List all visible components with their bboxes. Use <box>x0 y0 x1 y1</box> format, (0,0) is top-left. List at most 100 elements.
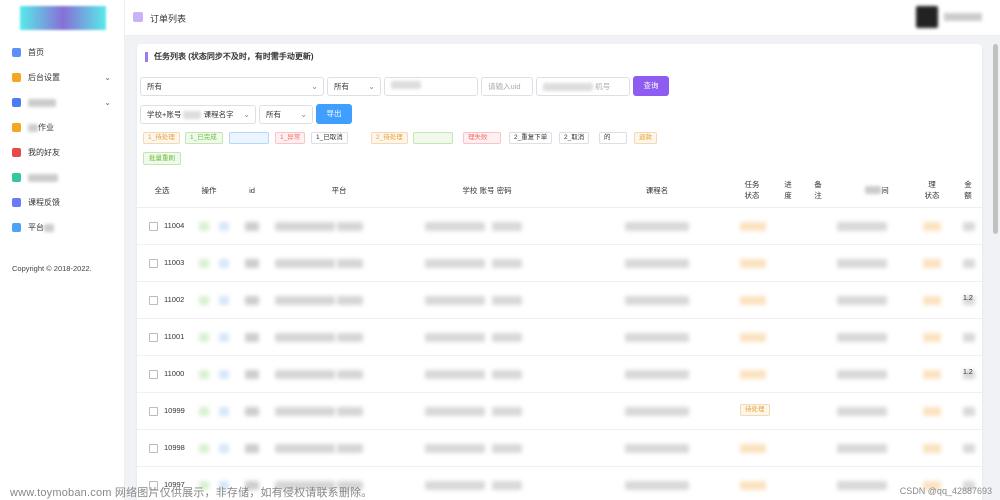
sidebar-item[interactable]: 首页 <box>0 40 125 65</box>
cell-blur <box>337 296 363 305</box>
cell-blur <box>492 481 522 490</box>
task-card: 任务列表 (状态同步不及时，有时需手动更新) 所有 ⌄ 所有 ⌄ 请输入uid … <box>137 44 982 500</box>
topbar: 订单列表 <box>125 0 1000 36</box>
th-task-status: 任务 状态 <box>744 180 760 200</box>
uid-input[interactable]: 请输入uid <box>481 77 533 96</box>
cell-blur <box>625 407 689 416</box>
cell-blur <box>337 407 363 416</box>
status-filter-tag[interactable]: 1_已完成 <box>185 132 223 144</box>
status-filter-tag[interactable]: 2_取消 <box>559 132 590 144</box>
table-row: 11001 <box>137 319 982 356</box>
cell-blur <box>337 222 363 231</box>
sidebar-item[interactable]: 作业 <box>0 115 125 140</box>
cell-blur <box>837 333 887 342</box>
cell-blur <box>245 370 259 379</box>
sidebar-item-label: 我的好友 <box>28 148 60 157</box>
cell-blur <box>740 444 766 453</box>
status-filter-tag[interactable]: 2_重复下单 <box>509 132 553 144</box>
status-filter-tag[interactable] <box>413 132 453 144</box>
status-filter-tag[interactable]: 1_已取消 <box>311 132 348 144</box>
cell-blur <box>740 370 766 379</box>
type-select[interactable]: 所有 ⌄ <box>327 77 381 96</box>
row-checkbox[interactable] <box>149 333 158 342</box>
filter-select[interactable]: 所有 ⌄ <box>259 105 313 124</box>
cell-blur <box>199 222 209 231</box>
cell-blur <box>337 370 363 379</box>
avatar[interactable] <box>916 6 938 28</box>
th-time: 间 <box>857 172 897 208</box>
sidebar-item[interactable]: ⌄ <box>0 90 125 115</box>
status-filter-tag[interactable]: 的 <box>599 132 627 144</box>
cell-blur <box>219 333 229 342</box>
sidebar-item[interactable]: 后台设置 ⌄ <box>0 65 125 90</box>
row-checkbox[interactable] <box>149 259 158 268</box>
status-filter-tag[interactable]: 1_异常 <box>275 132 306 144</box>
th-ops: 操作 <box>201 185 217 195</box>
cell-blur <box>492 333 522 342</box>
status-filter-tag[interactable]: 理失败 <box>463 132 501 144</box>
row-checkbox[interactable] <box>149 222 158 231</box>
cell-blur <box>245 296 259 305</box>
phone-input[interactable]: 机号 <box>536 77 630 96</box>
sidebar-item[interactable]: 我的好友 <box>0 140 125 165</box>
cell-blur <box>275 407 335 416</box>
search-field-select[interactable]: 学校+账号 课程名字 ⌄ <box>140 105 256 124</box>
th-uid: id <box>249 185 255 195</box>
cell-blur <box>219 259 229 268</box>
chevron-down-icon: ⌄ <box>300 110 307 119</box>
chevron-down-icon: ⌄ <box>311 82 318 91</box>
row-checkbox[interactable] <box>149 444 158 453</box>
cell-blur <box>219 222 229 231</box>
sidebar-item[interactable]: 平台 <box>0 215 125 240</box>
order-id: 10999 <box>164 406 185 415</box>
chevron-down-icon: ⌄ <box>104 73 111 82</box>
cell-blur <box>740 222 766 231</box>
menu-icon <box>12 123 21 132</box>
vertical-scrollbar[interactable] <box>993 44 998 234</box>
sidebar-item[interactable]: 课程反馈 <box>0 190 125 215</box>
cell-blur <box>963 444 975 453</box>
copyright: Copyright © 2018-2022. <box>12 264 92 273</box>
cell-blur <box>492 222 522 231</box>
username[interactable] <box>944 13 982 21</box>
keyword-input[interactable] <box>384 77 478 96</box>
order-id: 10998 <box>164 443 185 452</box>
amount-value: 1.2 <box>963 369 973 376</box>
cell-blur <box>837 370 887 379</box>
status-select[interactable]: 所有 ⌄ <box>140 77 324 96</box>
cell-blur <box>923 259 941 268</box>
status-filter-tag[interactable] <box>229 132 269 144</box>
cell-blur <box>245 407 259 416</box>
chevron-down-icon: ⌄ <box>368 82 375 91</box>
export-button[interactable]: 导出 <box>316 104 352 124</box>
cell-blur <box>625 444 689 453</box>
query-button[interactable]: 查询 <box>633 76 669 96</box>
th-time-blur <box>865 186 882 194</box>
phone-placeholder-blur <box>543 83 593 92</box>
cell-blur <box>837 296 887 305</box>
th-time-label: 间 <box>881 185 889 195</box>
status-filter-tag[interactable]: 2_待处理 <box>371 132 408 144</box>
menu-icon <box>12 148 21 157</box>
cell-blur <box>425 444 485 453</box>
sidebar-item[interactable] <box>0 165 125 190</box>
row-checkbox[interactable] <box>149 407 158 416</box>
table-header: 全选 操作 id 平台 学校 账号 密码 课程名 任务 状态 进 度 备 注 间… <box>137 172 982 208</box>
cell-blur <box>275 296 335 305</box>
cell-blur <box>275 259 335 268</box>
sidebar-item-label: 首页 <box>28 48 44 57</box>
cell-blur <box>245 333 259 342</box>
menu-icon <box>12 48 21 57</box>
batch-refresh-button[interactable]: 批量重刷 <box>143 152 181 165</box>
cell-blur <box>492 296 522 305</box>
row-checkbox[interactable] <box>149 370 158 379</box>
cell-blur <box>275 333 335 342</box>
cell-blur <box>625 296 689 305</box>
th-select-all[interactable]: 全选 <box>147 172 177 208</box>
status-filter-tag[interactable]: 1_待处理 <box>143 132 180 144</box>
table-row: 11003 <box>137 245 982 282</box>
table-row: 11000 1.2 <box>137 356 982 393</box>
status-filter-tag[interactable]: 退款 <box>634 132 657 144</box>
row-checkbox[interactable] <box>149 296 158 305</box>
chevron-down-icon: ⌄ <box>104 98 111 107</box>
